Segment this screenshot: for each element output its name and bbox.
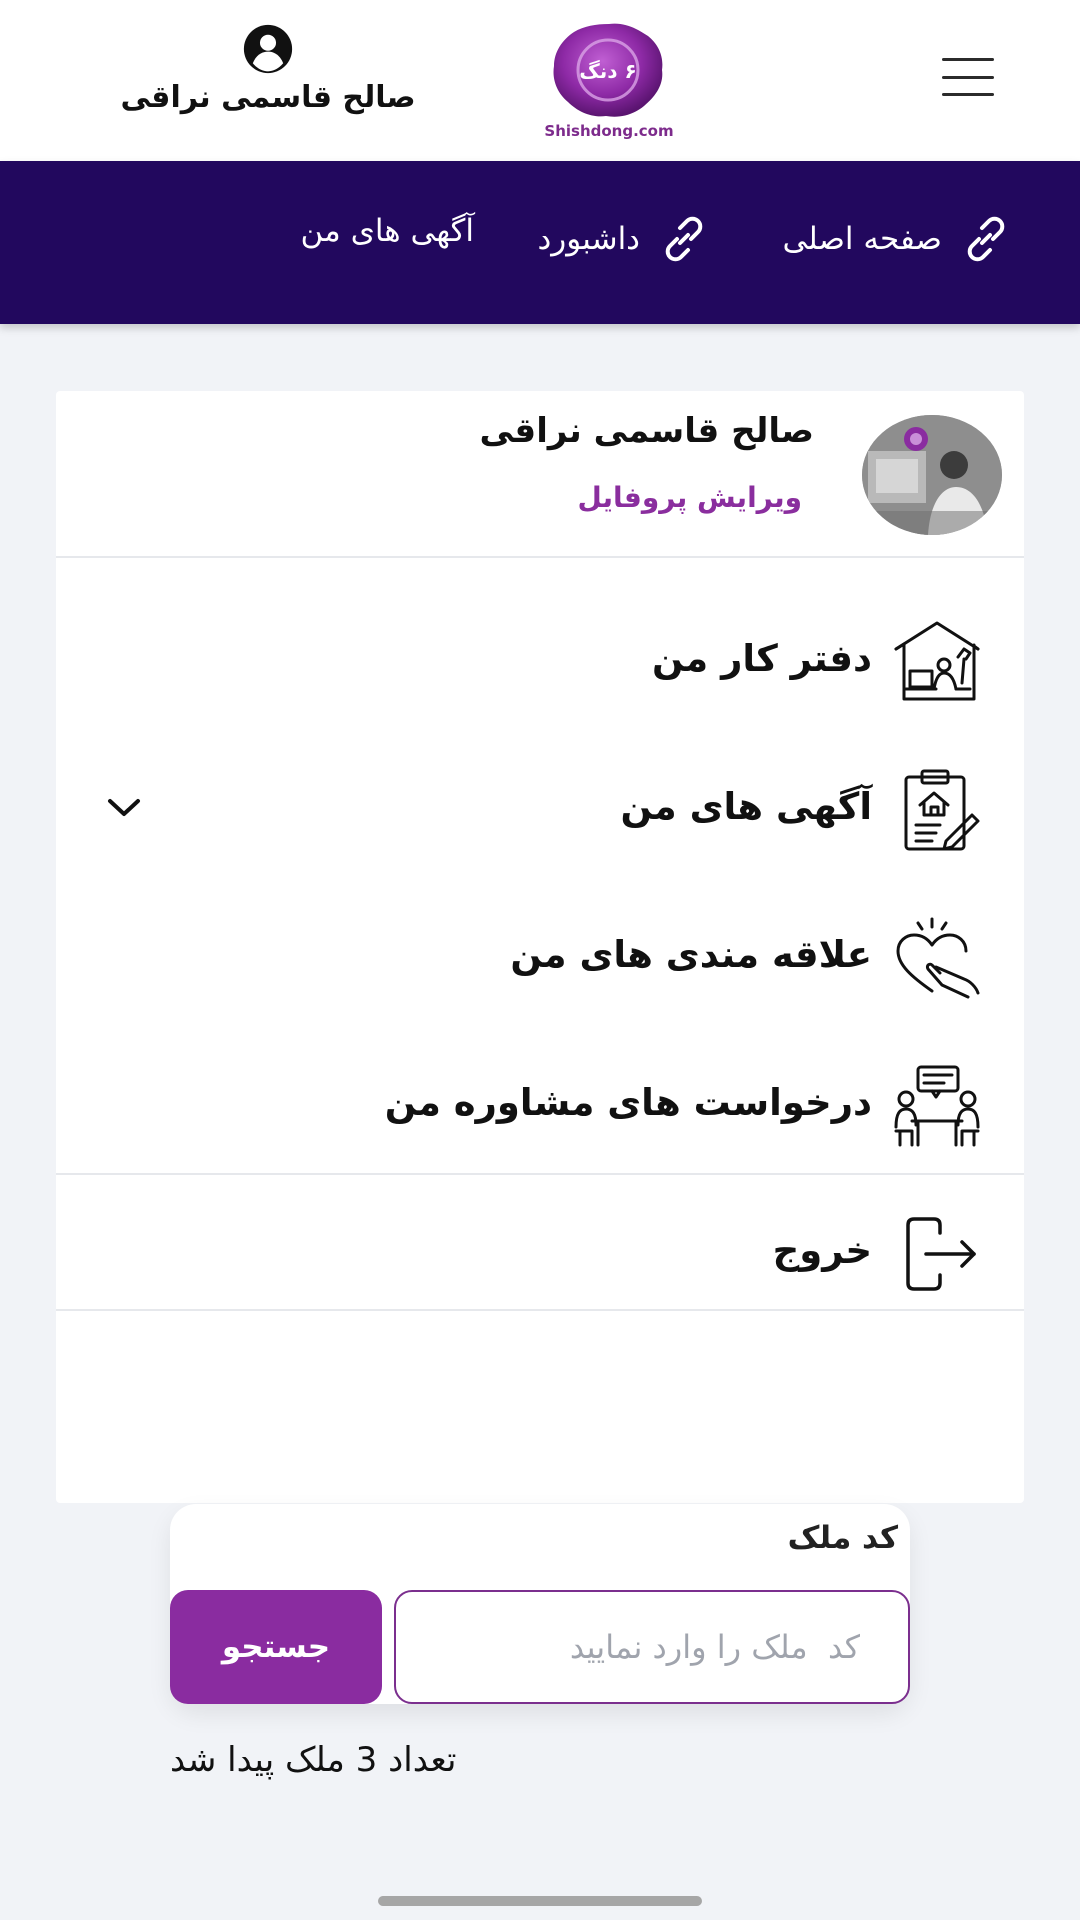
property-code-input[interactable]: [394, 1590, 910, 1704]
menu-hamburger-icon[interactable]: [942, 58, 994, 96]
logo-caption: Shishdong.com: [544, 122, 674, 140]
menu-item-label: خروج: [772, 1229, 872, 1272]
menu-item-label: دفتر کار من: [651, 637, 872, 680]
nav-item-label: صفحه اصلی: [782, 221, 942, 257]
nav-item-dashboard[interactable]: داشبورد: [537, 213, 710, 265]
listing-clipboard-icon: [892, 767, 982, 853]
search-title: کد ملک: [787, 1520, 898, 1556]
svg-text:۶ دنگ: ۶ دنگ: [579, 59, 636, 83]
divider: [56, 1173, 1024, 1175]
menu-item-my-favorites[interactable]: علاقه مندی های من: [56, 905, 1024, 1015]
header-user-name: صالح قاسمی نراقی: [120, 80, 416, 115]
menu-item-logout[interactable]: خروج: [56, 1201, 1024, 1311]
profile-header: صالح قاسمی نراقی ویرایش پروفایل: [56, 391, 1024, 558]
nav-item-label: آگهی های من: [300, 213, 474, 249]
profile-name: صالح قاسمی نراقی: [479, 411, 814, 451]
nav-item-home[interactable]: صفحه اصلی: [782, 213, 1012, 265]
chevron-down-icon[interactable]: [106, 797, 142, 819]
consultation-icon: [892, 1063, 982, 1149]
main-nav: صفحه اصلی داشبورد آگهی های من: [0, 161, 1080, 324]
edit-profile-link[interactable]: ویرایش پروفایل: [578, 481, 802, 514]
top-header: ۶ دنگ Shishdong.com صالح قاسمی نراقی: [0, 0, 1080, 161]
result-count: تعداد 3 ملک پیدا شد: [170, 1740, 457, 1780]
divider: [56, 1309, 1024, 1311]
menu-item-label: درخواست های مشاوره من: [384, 1081, 872, 1124]
header-user[interactable]: صالح قاسمی نراقی: [100, 24, 436, 134]
link-icon: [967, 216, 1005, 262]
menu-item-label: آگهی های من: [620, 785, 872, 828]
menu-item-my-consultations[interactable]: درخواست های مشاوره من: [56, 1053, 1024, 1163]
avatar-photo: [862, 415, 1002, 535]
search-button[interactable]: جستجو: [170, 1590, 382, 1704]
office-icon: [892, 619, 982, 705]
nav-item-label: داشبورد: [537, 221, 640, 257]
logout-icon: [892, 1211, 982, 1297]
home-indicator: [378, 1896, 702, 1906]
heart-hand-icon: [892, 915, 982, 1001]
avatar[interactable]: [862, 415, 1002, 535]
user-account-icon: [243, 24, 293, 74]
property-code-search: کد ملک جستجو: [170, 1504, 910, 1704]
menu-item-my-ads[interactable]: آگهی های من: [56, 757, 1024, 867]
site-logo[interactable]: ۶ دنگ Shishdong.com: [544, 20, 674, 142]
menu-item-my-office[interactable]: دفتر کار من: [56, 609, 1024, 719]
wax-seal-logo-icon: ۶ دنگ: [553, 23, 663, 117]
menu-item-label: علاقه مندی های من: [510, 933, 872, 976]
link-icon: [665, 216, 703, 262]
profile-card: صالح قاسمی نراقی ویرایش پروفایل دفتر کار…: [56, 391, 1024, 1503]
nav-item-my-ads[interactable]: آگهی های من: [301, 213, 474, 249]
